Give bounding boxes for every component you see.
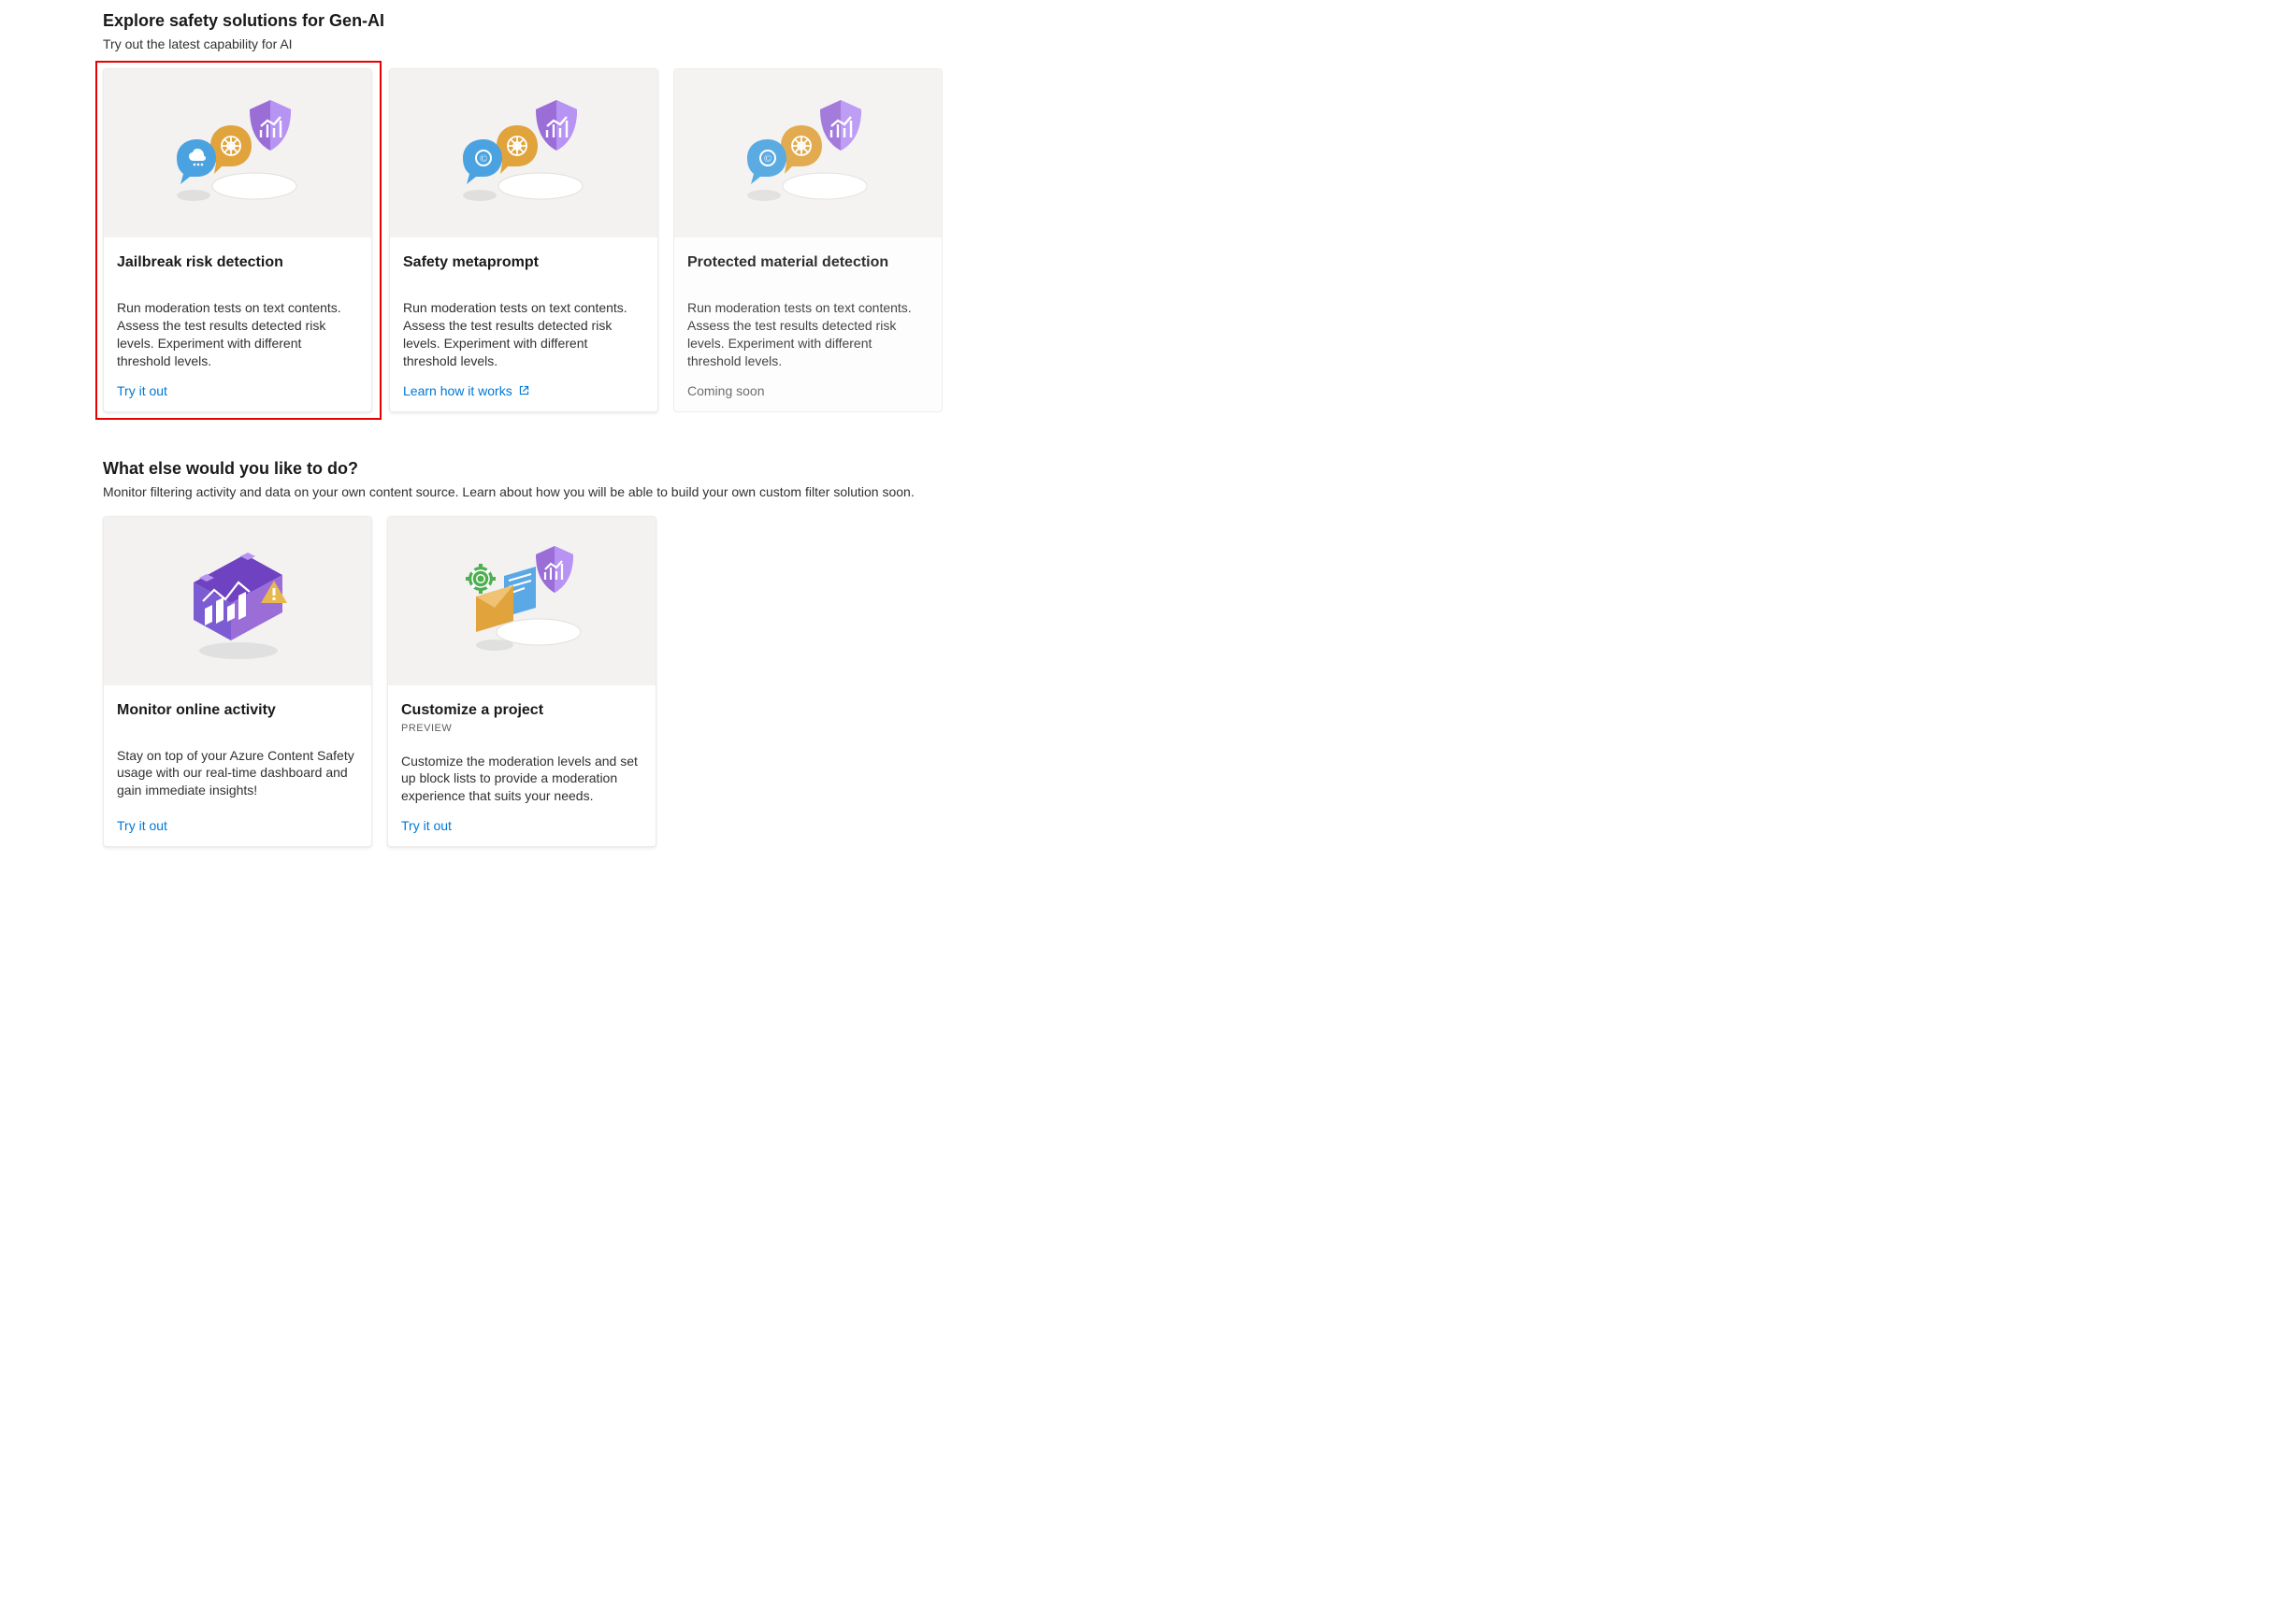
- safety-bubbles-icon: ©: [736, 93, 881, 214]
- customize-shield-icon: [450, 540, 595, 662]
- card-hero-jailbreak: [104, 69, 371, 237]
- card-jailbreak-desc: Run moderation tests on text contents. A…: [117, 299, 358, 370]
- card-jailbreak[interactable]: Jailbreak risk detection Run moderation …: [103, 68, 372, 412]
- card-hero-metaprompt: ©: [390, 69, 657, 237]
- safety-bubbles-icon: ©: [452, 93, 597, 214]
- card-protected-status: Coming soon: [687, 383, 929, 398]
- card-jailbreak-title: Jailbreak risk detection: [117, 254, 358, 271]
- card-customize-badge: PREVIEW: [401, 723, 642, 734]
- section-more-title: What else would you like to do?: [103, 459, 2175, 479]
- card-metaprompt-title: Safety metaprompt: [403, 254, 644, 271]
- dashboard-alert-icon: [166, 540, 310, 662]
- card-metaprompt-cta[interactable]: Learn how it works: [403, 383, 644, 398]
- explore-card-row: Jailbreak risk detection Run moderation …: [103, 68, 2175, 412]
- card-monitor-title: Monitor online activity: [117, 702, 358, 719]
- highlight-jailbreak: Jailbreak risk detection Run moderation …: [95, 61, 382, 420]
- card-hero-monitor: [104, 517, 371, 685]
- section-explore-title: Explore safety solutions for Gen-AI: [103, 11, 2175, 31]
- card-metaprompt-desc: Run moderation tests on text contents. A…: [403, 299, 644, 370]
- card-monitor-cta[interactable]: Try it out: [117, 818, 358, 833]
- safety-bubbles-icon: [166, 93, 310, 214]
- card-monitor[interactable]: Monitor online activity Stay on top of y…: [103, 516, 372, 848]
- more-card-row: Monitor online activity Stay on top of y…: [103, 516, 2175, 848]
- section-more-subtitle: Monitor filtering activity and data on y…: [103, 484, 2175, 499]
- section-explore-subtitle: Try out the latest capability for AI: [103, 36, 2175, 51]
- card-customize-title: Customize a project: [401, 702, 642, 719]
- external-link-icon: [518, 384, 530, 396]
- card-metaprompt-cta-label: Learn how it works: [403, 383, 512, 398]
- card-protected-title: Protected material detection: [687, 254, 929, 271]
- card-jailbreak-cta[interactable]: Try it out: [117, 383, 358, 398]
- svg-text:©: ©: [479, 153, 486, 165]
- card-monitor-desc: Stay on top of your Azure Content Safety…: [117, 747, 358, 800]
- card-hero-protected: ©: [674, 69, 942, 237]
- card-customize[interactable]: Customize a project PREVIEW Customize th…: [387, 516, 656, 848]
- card-protected-desc: Run moderation tests on text contents. A…: [687, 299, 929, 370]
- card-customize-desc: Customize the moderation levels and set …: [401, 753, 642, 806]
- card-metaprompt[interactable]: © Safety metaprompt Run moderation tests…: [389, 68, 658, 412]
- card-protected-material: © Protected material detection Run moder…: [673, 68, 943, 412]
- card-customize-cta[interactable]: Try it out: [401, 818, 642, 833]
- card-hero-customize: [388, 517, 656, 685]
- svg-text:©: ©: [763, 153, 771, 165]
